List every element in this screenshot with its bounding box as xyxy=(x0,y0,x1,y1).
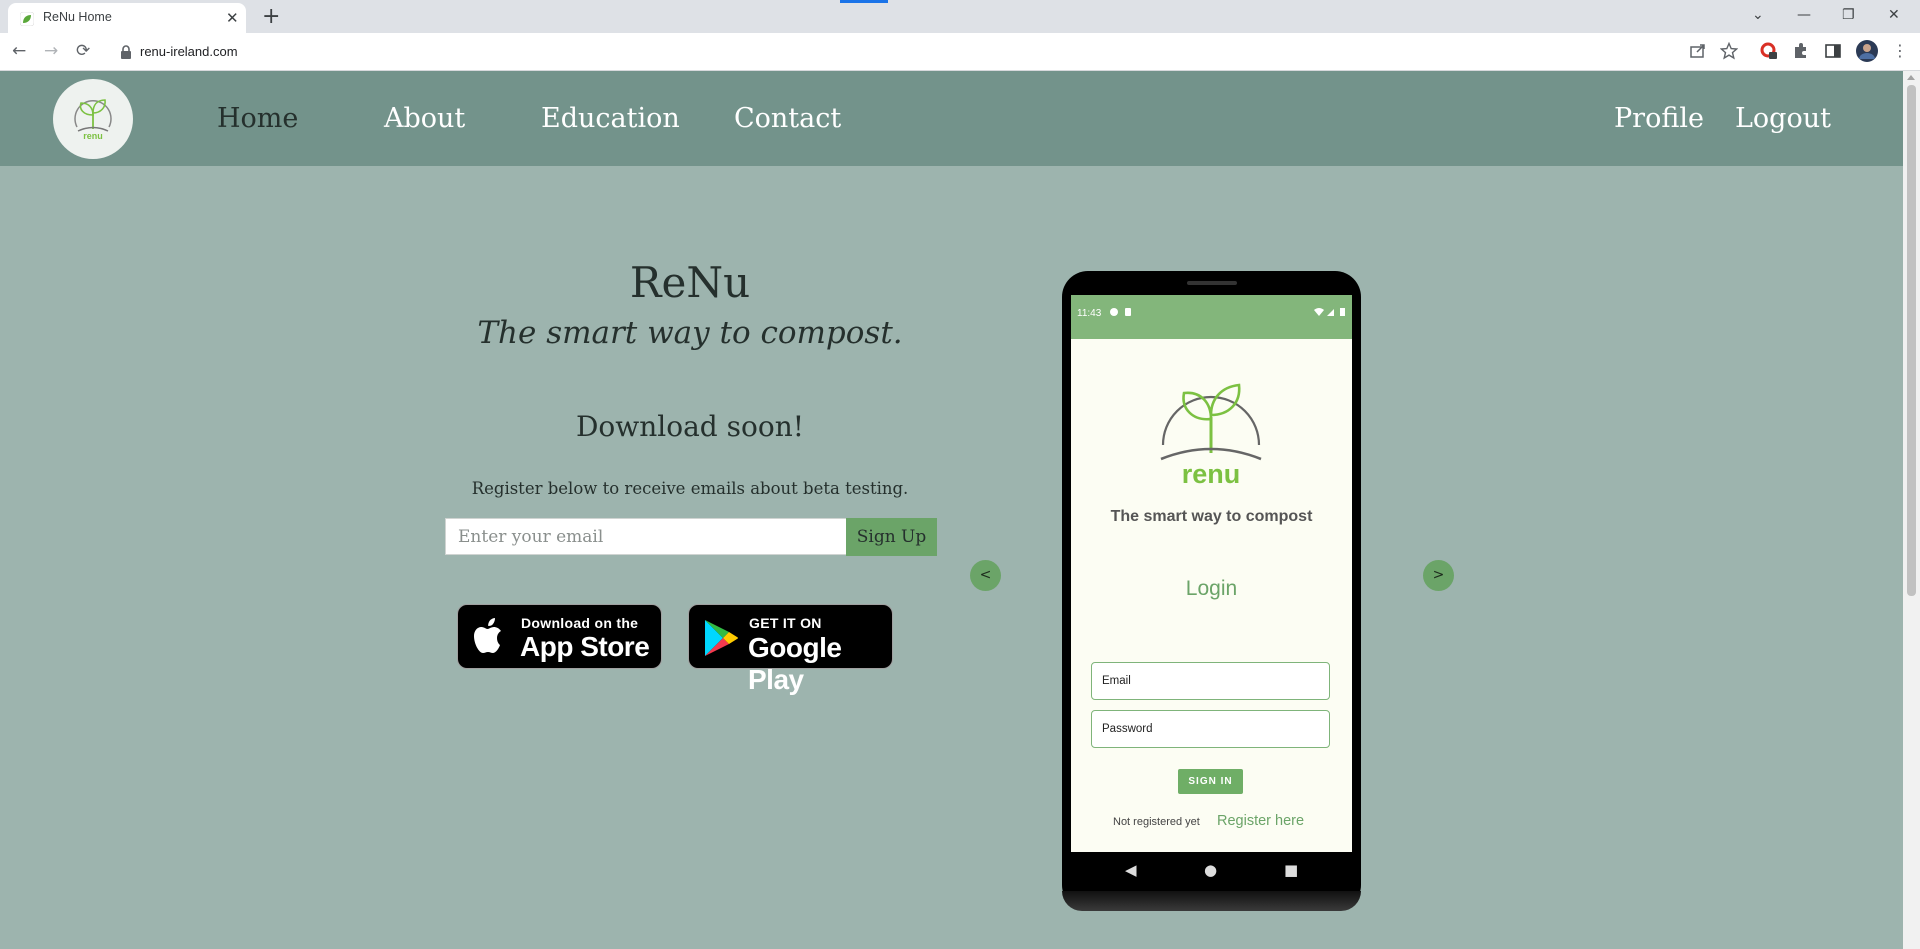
nav-education-link[interactable]: Education xyxy=(541,103,680,135)
app-store-badge[interactable]: Download on the App Store xyxy=(457,604,662,669)
app-email-label: Email xyxy=(1102,675,1131,687)
profile-avatar-icon[interactable] xyxy=(1856,40,1878,62)
site-navbar: renu Home About Education Contact Profil… xyxy=(0,71,1903,166)
app-password-field[interactable]: Password xyxy=(1091,710,1330,748)
drag-indicator xyxy=(840,0,888,3)
app-password-label: Password xyxy=(1102,723,1153,735)
carousel-next-button[interactable]: > xyxy=(1423,560,1454,591)
app-renu-logo-icon: renu xyxy=(1160,383,1262,489)
renu-logo[interactable]: renu xyxy=(53,79,133,159)
phone-speaker xyxy=(1187,281,1237,285)
minimize-button[interactable]: — xyxy=(1797,6,1811,24)
phone-home-icon[interactable]: ● xyxy=(1204,861,1217,879)
nav-about-link[interactable]: About xyxy=(384,103,465,135)
side-panel-icon[interactable] xyxy=(1824,42,1842,60)
bookmark-star-icon[interactable] xyxy=(1720,42,1738,60)
carousel-prev-button[interactable]: < xyxy=(970,560,1001,591)
google-play-small-text: GET IT ON xyxy=(749,615,822,631)
leaf-favicon-icon xyxy=(20,12,34,26)
window-close-button[interactable]: ✕ xyxy=(1888,6,1900,24)
phone-back-icon[interactable]: ◀ xyxy=(1125,861,1137,879)
back-icon[interactable]: ← xyxy=(12,42,26,60)
phone-bottom-bezel xyxy=(1062,891,1361,911)
new-tab-button[interactable]: + xyxy=(262,4,280,30)
app-store-big-text: App Store xyxy=(520,631,650,662)
status-time: 11:43 xyxy=(1077,308,1102,319)
notification-icons xyxy=(1110,308,1131,316)
scrollbar-thumb[interactable] xyxy=(1907,85,1916,596)
tab-search-icon[interactable]: ⌄ xyxy=(1752,6,1764,24)
app-email-field[interactable]: Email xyxy=(1091,662,1330,700)
share-icon[interactable] xyxy=(1689,42,1707,60)
nav-logout-link[interactable]: Logout xyxy=(1735,103,1831,135)
app-login-title: Login xyxy=(1185,577,1238,600)
signal-battery-icons xyxy=(1314,308,1345,316)
nav-home-link[interactable]: Home xyxy=(217,103,298,135)
google-play-icon xyxy=(705,620,738,656)
nav-profile-link[interactable]: Profile xyxy=(1614,103,1704,135)
phone-status-bar: 11:43 xyxy=(1071,295,1352,339)
lock-icon xyxy=(121,45,131,59)
browser-menu-icon[interactable]: ⋮ xyxy=(1892,42,1908,60)
app-not-registered-text: Not registered yet xyxy=(1113,816,1200,828)
restore-button[interactable]: ❐ xyxy=(1842,6,1855,24)
browser-tab[interactable]: ReNu Home ✕ xyxy=(8,3,246,33)
tab-close-icon[interactable]: ✕ xyxy=(226,9,239,27)
svg-text:renu: renu xyxy=(83,131,103,141)
nav-contact-link[interactable]: Contact xyxy=(734,103,841,135)
address-bar[interactable]: renu-ireland.com xyxy=(108,38,1748,66)
extension-badge-icon[interactable] xyxy=(1760,42,1778,60)
app-tagline: The smart way to compost xyxy=(1110,508,1313,525)
page-scrollbar[interactable] xyxy=(1903,71,1920,949)
phone-screen: 11:43 renu The smart way to compost Logi… xyxy=(1071,295,1352,852)
renu-logo-icon: renu xyxy=(74,99,112,141)
app-store-small-text: Download on the xyxy=(521,615,639,631)
app-logo-text: renu xyxy=(1182,459,1241,489)
url-text: renu-ireland.com xyxy=(140,44,238,59)
app-register-link[interactable]: Register here xyxy=(1217,813,1304,829)
signup-button[interactable]: Sign Up xyxy=(846,518,937,556)
email-signup-input[interactable] xyxy=(445,518,847,555)
reload-icon[interactable]: ⟳ xyxy=(76,42,90,60)
extensions-puzzle-icon[interactable] xyxy=(1792,42,1810,60)
scroll-up-arrow-icon[interactable] xyxy=(1907,75,1915,80)
google-play-big-text: Google Play xyxy=(748,632,842,695)
forward-icon[interactable]: → xyxy=(44,42,58,60)
phone-nav-bar: ◀ ● ■ xyxy=(1071,852,1352,890)
browser-tab-bar: ReNu Home ✕ + ⌄ — ❐ ✕ xyxy=(0,0,1920,33)
browser-toolbar: ← → ⟳ renu-ireland.com ⋮ xyxy=(0,33,1920,71)
google-play-badge[interactable]: GET IT ON Google Play xyxy=(688,604,893,695)
tab-title: ReNu Home xyxy=(43,10,112,24)
app-signin-button[interactable]: SIGN IN xyxy=(1178,769,1243,794)
phone-recents-icon[interactable]: ■ xyxy=(1284,861,1298,879)
apple-icon xyxy=(474,618,501,653)
phone-mockup: 11:43 renu The smart way to compost Logi… xyxy=(1062,271,1361,911)
